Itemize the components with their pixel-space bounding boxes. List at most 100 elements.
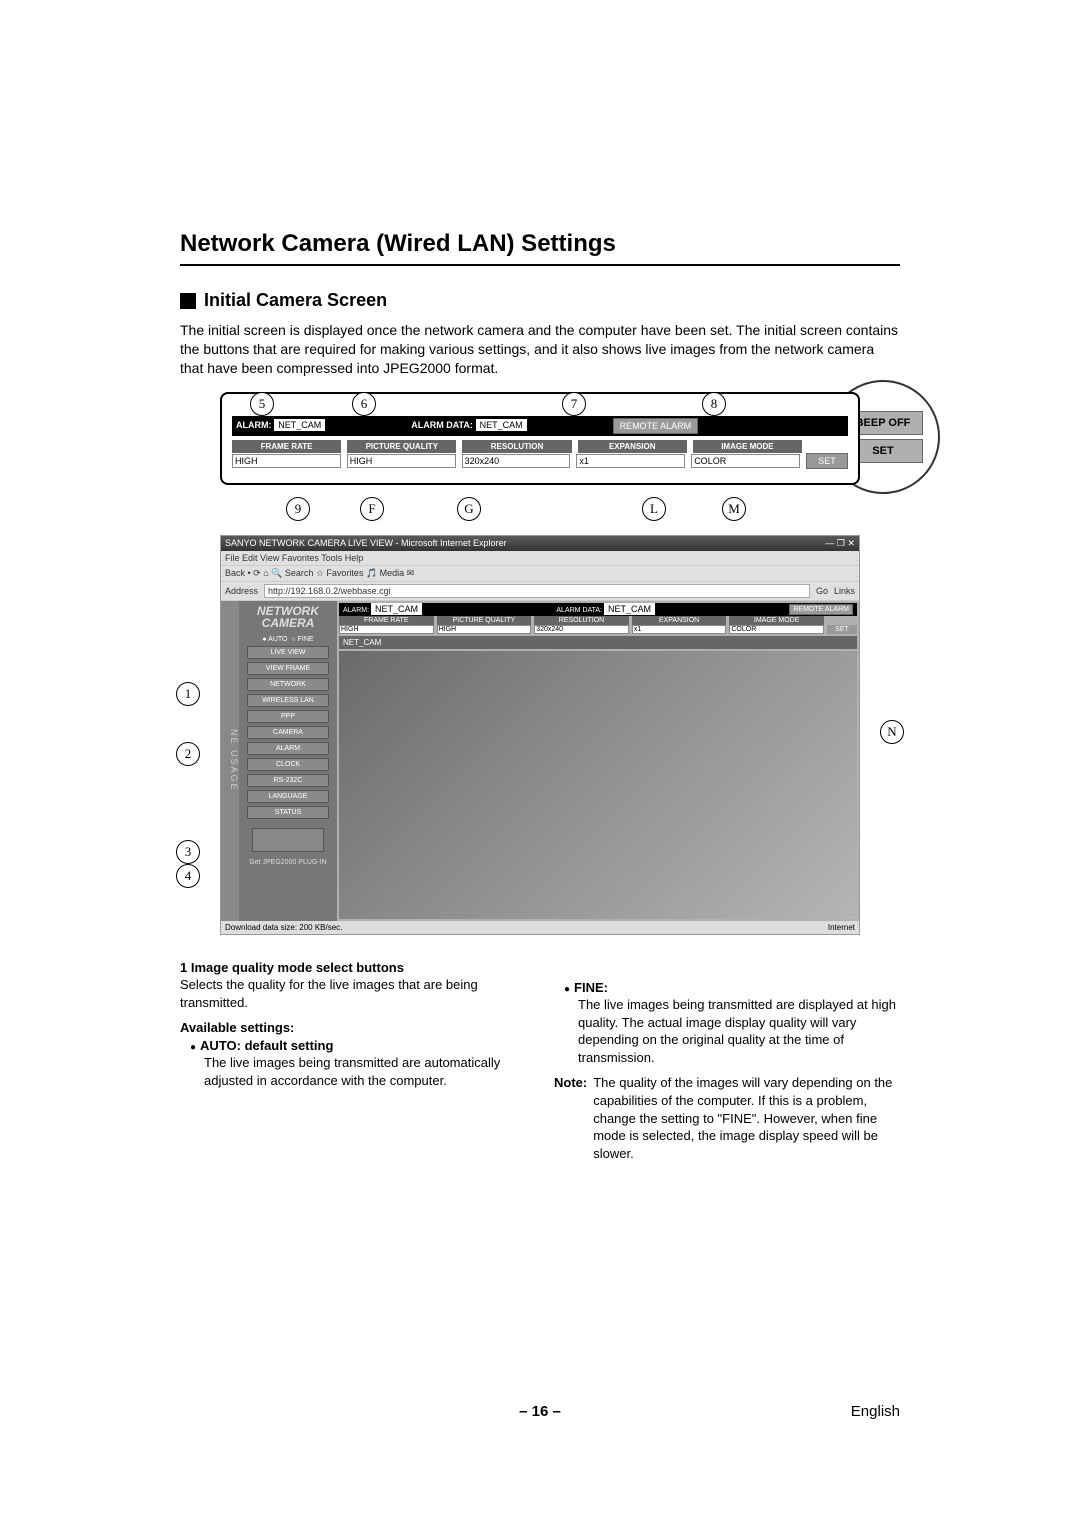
note-row: Note: The quality of the images will var…	[554, 1074, 900, 1162]
settings-select-row: HIGH HIGH 320x240 x1 COLOR SET	[232, 453, 848, 469]
mini-imagemode-sel[interactable]: COLOR	[729, 625, 824, 634]
browser-window: SANYO NETWORK CAMERA LIVE VIEW - Microso…	[220, 535, 860, 935]
available-settings-head: Available settings:	[180, 1019, 526, 1037]
sidebar-wireless-lan[interactable]: WIRELESS LAN	[247, 694, 329, 707]
resolution-header: RESOLUTION	[462, 440, 571, 453]
mini-picquality-hdr: PICTURE QUALITY	[437, 616, 532, 625]
callout-4: 4	[176, 864, 200, 888]
browser-body: NE USAGE NETWORK CAMERA ● AUTO ○ FINE LI…	[221, 601, 859, 921]
item1-head: 1 Image quality mode select buttons	[180, 959, 526, 977]
logo: NETWORK CAMERA	[257, 605, 319, 629]
browser-title: SANYO NETWORK CAMERA LIVE VIEW - Microso…	[225, 538, 507, 549]
callout-8: 8	[702, 392, 726, 416]
callout-5: 5	[250, 392, 274, 416]
expansion-header: EXPANSION	[578, 440, 687, 453]
live-image	[339, 651, 857, 919]
resolution-select[interactable]: 320x240	[462, 454, 571, 468]
main-area: ALARM: NET_CAM ALARM DATA: NET_CAM REMOT…	[337, 601, 859, 921]
callout-14: N	[880, 720, 904, 744]
mini-set-button[interactable]: SET	[827, 625, 857, 634]
browser-statusbar: Download data size: 200 KB/sec. Internet	[221, 921, 859, 934]
callout-9: 9	[286, 497, 310, 521]
mini-picquality-sel[interactable]: HIGH	[437, 625, 532, 634]
go-button[interactable]: Go	[816, 586, 828, 596]
alarm-label: ALARM:	[236, 420, 272, 430]
body-columns: 1 Image quality mode select buttons Sele…	[180, 959, 900, 1162]
mini-header-row: FRAME RATE PICTURE QUALITY RESOLUTION EX…	[339, 616, 857, 625]
mode-auto-radio[interactable]: ● AUTO	[262, 636, 287, 643]
picture-quality-header: PICTURE QUALITY	[347, 440, 456, 453]
auto-setting-row: AUTO: default setting	[180, 1037, 526, 1055]
fine-head: FINE:	[564, 979, 608, 997]
remote-alarm-button[interactable]: REMOTE ALARM	[613, 418, 699, 434]
picture-quality-select[interactable]: HIGH	[347, 454, 456, 468]
sidebar-alarm[interactable]: ALARM	[247, 742, 329, 755]
mini-alarm-label: ALARM:	[343, 607, 369, 614]
note-label: Note:	[554, 1074, 587, 1162]
sidebar-network[interactable]: NETWORK	[247, 678, 329, 691]
mini-alarm-row: ALARM: NET_CAM ALARM DATA: NET_CAM REMOT…	[339, 603, 857, 616]
image-mode-header: IMAGE MODE	[693, 440, 802, 453]
figure: BEEP OFF SET 5 6 7 8 9 F G L M ALARM: NE…	[220, 392, 860, 935]
image-mode-select[interactable]: COLOR	[691, 454, 800, 468]
sidebar: NETWORK CAMERA ● AUTO ○ FINE LIVE VIEW V…	[239, 601, 337, 921]
note-text: The quality of the images will vary depe…	[593, 1074, 900, 1162]
mini-alarm-data-value: NET_CAM	[604, 603, 655, 615]
mini-expansion-sel[interactable]: x1	[632, 625, 727, 634]
alarm-row: ALARM: NET_CAM ALARM DATA: NET_CAM REMOT…	[232, 416, 848, 436]
address-input[interactable]: http://192.168.0.2/webbase.cgi	[264, 584, 810, 598]
sidebar-language[interactable]: LANGUAGE	[247, 790, 329, 803]
plugin-link[interactable]: Get JPEG2000 PLUG-IN	[249, 859, 326, 866]
frame-rate-select[interactable]: HIGH	[232, 454, 341, 468]
mini-resolution-sel[interactable]: 320x240	[534, 625, 629, 634]
logo-line2: CAMERA	[257, 617, 319, 629]
callout-1: 1	[176, 682, 200, 706]
mini-alarm-value: NET_CAM	[371, 603, 422, 615]
mini-framerate-sel[interactable]: HIGH	[339, 625, 434, 634]
browser-titlebar: SANYO NETWORK CAMERA LIVE VIEW - Microso…	[221, 536, 859, 551]
status-left: Download data size: 200 KB/sec.	[225, 923, 342, 932]
sidebar-rs232c[interactable]: RS-232C	[247, 774, 329, 787]
sidebar-thumbnail	[252, 828, 324, 852]
mini-select-row: HIGH HIGH 320x240 x1 COLOR SET	[339, 625, 857, 634]
mode-row: ● AUTO ○ FINE	[262, 636, 313, 643]
set-button[interactable]: SET	[806, 453, 848, 469]
callout-11: G	[457, 497, 481, 521]
left-column: 1 Image quality mode select buttons Sele…	[180, 959, 526, 1162]
expansion-select[interactable]: x1	[576, 454, 685, 468]
mode-fine-radio[interactable]: ○ FINE	[291, 636, 313, 643]
auto-text: The live images being transmitted are au…	[180, 1054, 526, 1089]
alarm-data-value: NET_CAM	[476, 419, 527, 431]
sidebar-clock[interactable]: CLOCK	[247, 758, 329, 771]
footer: – 16 – English	[180, 1403, 900, 1420]
alarm-data-label: ALARM DATA:	[411, 420, 473, 430]
links-label: Links	[834, 586, 855, 596]
callout-10: F	[360, 497, 384, 521]
sidebar-ppp[interactable]: PPP	[247, 710, 329, 723]
browser-menu[interactable]: File Edit View Favorites Tools Help	[221, 551, 859, 566]
usage-strip: NE USAGE	[221, 601, 239, 921]
section-heading-row: Initial Camera Screen	[180, 290, 900, 311]
status-right: Internet	[828, 923, 855, 932]
settings-header-row: FRAME RATE PICTURE QUALITY RESOLUTION EX…	[232, 440, 848, 453]
mini-framerate-hdr: FRAME RATE	[339, 616, 434, 625]
callout-13: M	[722, 497, 746, 521]
browser-toolbar[interactable]: Back • ⟳ ⌂ 🔍 Search ☆ Favorites 🎵 Media …	[221, 566, 859, 582]
intro-paragraph: The initial screen is displayed once the…	[180, 321, 900, 378]
address-label: Address	[225, 586, 258, 596]
callout-3: 3	[176, 840, 200, 864]
sidebar-status[interactable]: STATUS	[247, 806, 329, 819]
window-controls-icon[interactable]: — ❐ ✕	[825, 538, 855, 549]
mini-remote-alarm[interactable]: REMOTE ALARM	[789, 604, 853, 615]
netcam-bar: NET_CAM	[339, 636, 857, 649]
sidebar-view-frame[interactable]: VIEW FRAME	[247, 662, 329, 675]
callout-7: 7	[562, 392, 586, 416]
alarm-value: NET_CAM	[274, 419, 325, 431]
sidebar-live-view[interactable]: LIVE VIEW	[247, 646, 329, 659]
sidebar-camera[interactable]: CAMERA	[247, 726, 329, 739]
item1-text: Selects the quality for the live images …	[180, 976, 526, 1011]
mini-alarm-data-label: ALARM DATA:	[556, 607, 602, 614]
page-title: Network Camera (Wired LAN) Settings	[180, 230, 900, 266]
mini-resolution-hdr: RESOLUTION	[534, 616, 629, 625]
page-number: – 16 –	[519, 1403, 561, 1420]
